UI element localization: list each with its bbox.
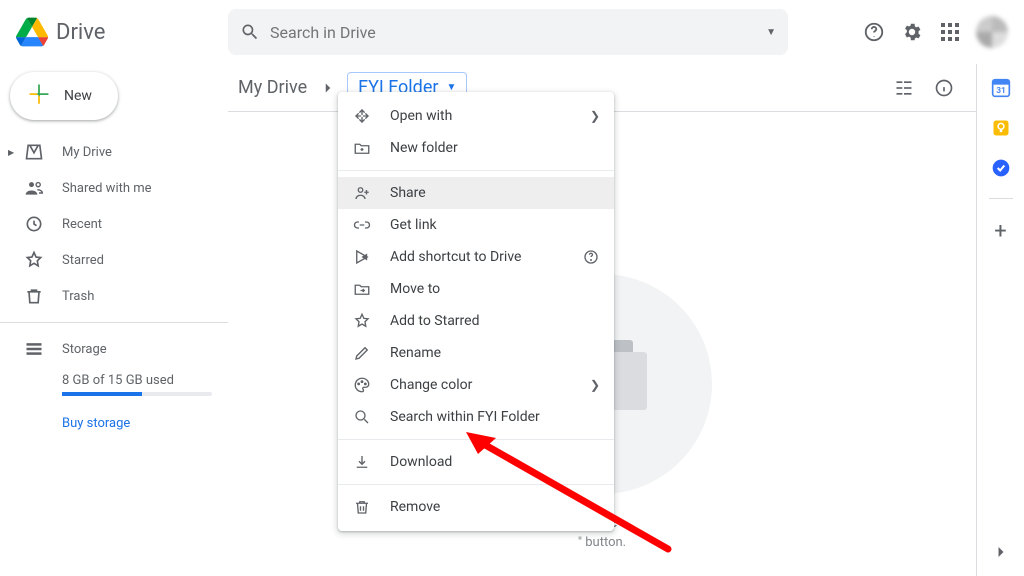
new-button-label: New [64,88,92,104]
menu-label: Add shortcut to Drive [390,249,521,265]
empty-line2: " button. [492,535,712,550]
apps-icon[interactable] [938,20,962,44]
nav-label: My Drive [62,145,112,160]
menu-download[interactable]: Download [338,446,614,478]
nav-recent[interactable]: Recent [0,206,228,242]
move-icon [352,279,372,299]
storage-bar [62,392,212,396]
recent-icon [24,214,44,234]
shortcut-icon [352,247,372,267]
keep-app-icon[interactable] [991,118,1011,138]
plus-icon: ＋ [26,83,52,109]
color-icon [352,375,372,395]
menu-add-shortcut[interactable]: Add shortcut to Drive [338,241,614,273]
new-button[interactable]: ＋ New [10,72,118,120]
trash-icon [24,286,44,306]
menu-label: Download [390,454,452,470]
context-menu: Open with ❯ New folder Share Get link Ad… [338,92,614,531]
header-actions [862,16,1016,48]
menu-label: Share [390,185,426,201]
search-input[interactable] [270,23,756,42]
menu-label: Rename [390,345,441,361]
star-icon [352,311,372,331]
search-bar[interactable]: ▼ [228,9,788,55]
submenu-icon: ❯ [590,109,600,123]
menu-label: Open with [390,108,452,124]
nav-label: Starred [62,253,104,268]
nav-label: Trash [62,289,94,304]
menu-label: Get link [390,217,437,233]
help-icon[interactable] [862,20,886,44]
settings-icon[interactable] [900,20,924,44]
chevron-right-icon [319,79,337,97]
menu-add-starred[interactable]: Add to Starred [338,305,614,337]
menu-remove[interactable]: Remove [338,491,614,523]
submenu-icon: ❯ [590,378,600,392]
buy-storage-link[interactable]: Buy storage [62,416,228,431]
svg-text:31: 31 [996,86,1006,96]
menu-label: Search within FYI Folder [390,409,540,425]
rename-icon [352,343,372,363]
nav-storage[interactable]: Storage [24,331,228,367]
breadcrumb-root[interactable]: My Drive [236,73,309,102]
menu-label: Add to Starred [390,313,479,329]
menu-rename[interactable]: Rename [338,337,614,369]
storage-section: Storage 8 GB of 15 GB used Buy storage [0,331,228,431]
app-name: Drive [56,20,105,45]
sidebar: ＋ New ▶ My Drive Shared with me Recent S… [0,64,228,576]
nav-label: Recent [62,217,102,232]
collapse-panel-icon[interactable] [991,542,1011,562]
nav-shared[interactable]: Shared with me [0,170,228,206]
menu-share[interactable]: Share [338,177,614,209]
share-icon [352,183,372,203]
download-icon [352,452,372,472]
mydrive-icon [24,142,44,162]
menu-new-folder[interactable]: New folder [338,132,614,164]
menu-open-with[interactable]: Open with ❯ [338,100,614,132]
open-with-icon [352,106,372,126]
menu-label: New folder [390,140,458,156]
link-icon [352,215,372,235]
search-icon [352,407,372,427]
menu-change-color[interactable]: Change color ❯ [338,369,614,401]
list-view-icon[interactable] [892,76,916,100]
menu-label: Move to [390,281,440,297]
app-header: Drive ▼ [0,0,1024,64]
details-icon[interactable] [932,76,956,100]
nav-starred[interactable]: Starred [0,242,228,278]
tasks-app-icon[interactable] [991,158,1011,178]
menu-label: Remove [390,499,440,515]
menu-label: Change color [390,377,472,393]
menu-get-link[interactable]: Get link [338,209,614,241]
logo[interactable]: Drive [16,16,228,48]
shared-icon [24,178,44,198]
search-dropdown-icon[interactable]: ▼ [766,27,776,38]
star-icon [24,250,44,270]
menu-search-within[interactable]: Search within FYI Folder [338,401,614,433]
nav-trash[interactable]: Trash [0,278,228,314]
add-addon-button[interactable]: + [994,219,1006,244]
new-folder-icon [352,138,372,158]
calendar-app-icon[interactable]: 31 [991,78,1011,98]
expand-icon[interactable]: ▶ [8,148,14,157]
storage-label: Storage [62,342,107,357]
nav-my-drive[interactable]: ▶ My Drive [0,134,228,170]
drive-logo-icon [16,16,48,48]
storage-usage: 8 GB of 15 GB used [62,373,228,388]
help-hint-icon [582,248,600,266]
storage-icon [24,339,44,359]
account-avatar[interactable] [976,16,1008,48]
search-icon [240,22,260,42]
menu-move-to[interactable]: Move to [338,273,614,305]
remove-icon [352,497,372,517]
side-panel: 31 + [976,64,1024,576]
nav-label: Shared with me [62,181,152,196]
